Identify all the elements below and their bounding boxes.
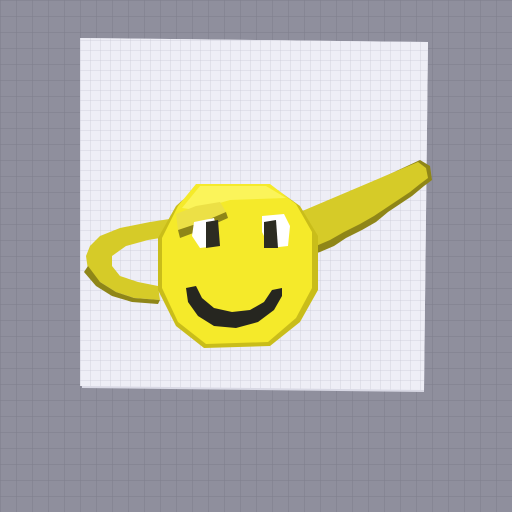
right-eye [262,214,290,248]
smiley-face-icon[interactable] [158,184,318,348]
game-viewport[interactable] [0,0,512,512]
left-eye-pupil [206,220,220,248]
scene-canvas[interactable] [0,0,512,512]
right-eye-pupil [264,220,278,248]
